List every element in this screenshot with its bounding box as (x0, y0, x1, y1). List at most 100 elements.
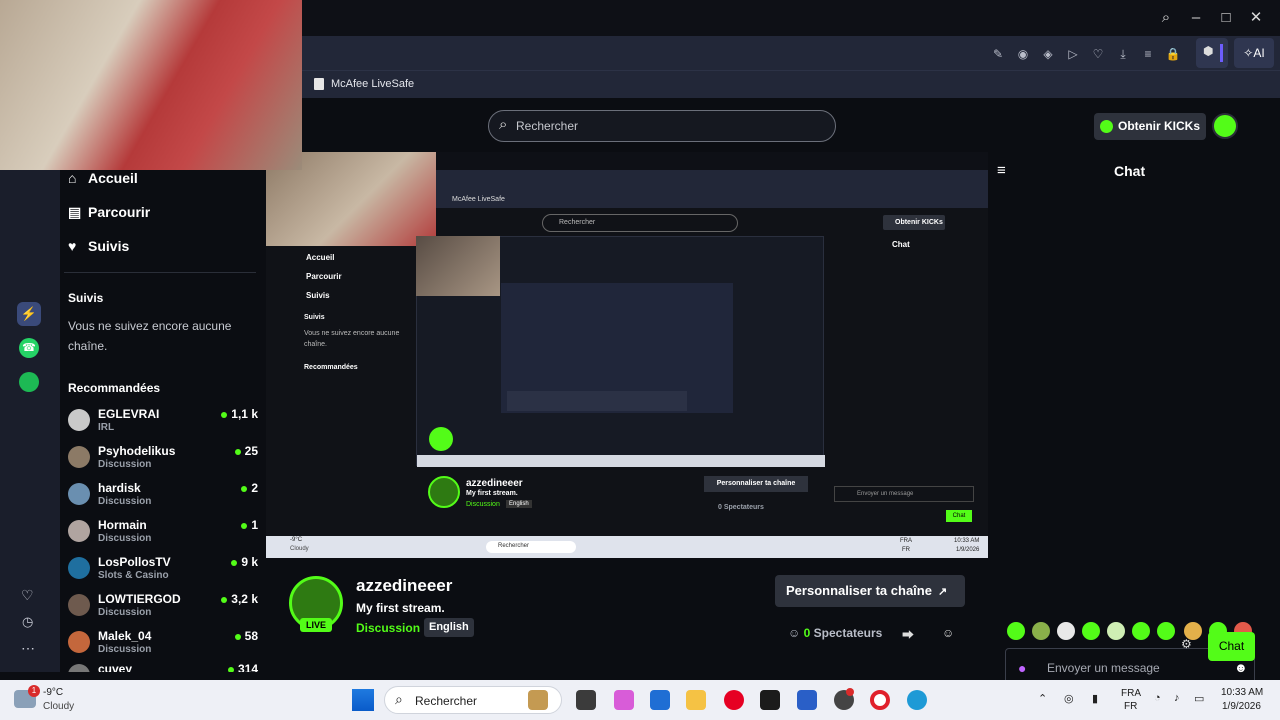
battery-icon[interactable]: ▭ (1194, 692, 1204, 705)
recommended-channel[interactable]: cuvey 314 (68, 662, 258, 672)
browse-icon: ▤ (68, 204, 82, 220)
more-icon[interactable]: ⋯ (21, 640, 35, 657)
ai-button[interactable]: ✧AI (1234, 38, 1274, 68)
nested-stream-title: My first stream. (466, 490, 518, 497)
settings-sliders-icon[interactable]: ≡ (1139, 45, 1157, 63)
lock-icon[interactable]: 🔒 (1164, 45, 1182, 63)
wifi-icon[interactable]: ◔ (1154, 692, 1161, 704)
send-chat-button[interactable]: Chat (1208, 632, 1255, 661)
emote-icon[interactable] (1082, 622, 1100, 640)
customize-channel-button[interactable]: Personnaliser ta chaîne ↗ (775, 575, 965, 607)
emote-icon[interactable] (1032, 622, 1050, 640)
recommended-title: Recommandées (68, 381, 161, 395)
search-input[interactable]: ⌕ Rechercher (488, 110, 836, 142)
live-dot (234, 448, 241, 455)
video-player[interactable]: McAfee LiveSafe Rechercher Obtenir KICKs… (266, 152, 988, 558)
nested-language: English (506, 500, 532, 508)
nested-titlebar (436, 152, 988, 170)
collapse-chat-icon[interactable]: ≡ (997, 162, 1006, 179)
whatsapp-icon[interactable]: ☎ (19, 338, 39, 358)
emote-icon[interactable] (1057, 622, 1075, 640)
webcam-feed (0, 0, 302, 170)
heart-icon[interactable]: ♡ (21, 587, 34, 604)
nested-recommended: Recommandées (304, 364, 358, 371)
kicks-icon (1100, 120, 1113, 133)
emote-icon[interactable] (1007, 622, 1025, 640)
nav-following[interactable]: ♥ Suivis (68, 238, 129, 254)
channel-name[interactable]: azzedineeer (356, 576, 452, 596)
minimize-icon[interactable]: – (1186, 8, 1206, 28)
recommended-channel[interactable]: Psyhodelikus Discussion 25 (68, 444, 258, 480)
recommended-channel[interactable]: Hormain Discussion 1 (68, 518, 258, 554)
clock-icon[interactable]: ◷ (22, 614, 33, 630)
nav-home[interactable]: ⌂ Accueil (68, 170, 138, 186)
close-icon[interactable]: ✕ (1246, 8, 1266, 28)
search-placeholder: Rechercher (516, 119, 579, 133)
store-icon[interactable] (650, 690, 670, 710)
heart-icon: ♥ (68, 238, 77, 254)
recommended-channel[interactable]: Malek_04 Discussion 58 (68, 629, 258, 665)
live-dot (234, 633, 241, 640)
emote-icon[interactable] (1132, 622, 1150, 640)
camera-icon[interactable]: ◉ (1014, 45, 1032, 63)
windows-start-icon[interactable] (352, 689, 374, 711)
windows-taskbar: 1 -9°C Cloudy ⌕ Rechercher ⌃ ◎ ▮ FRA FR … (0, 680, 1280, 720)
microphone-icon[interactable]: ▮ (1092, 692, 1098, 705)
nested-bookmark: McAfee LiveSafe (436, 192, 988, 208)
channel-sidebar: ⌂ Accueil ▤ Parcourir ♥ Suivis Suivis Vous … (60, 154, 265, 672)
nested-channel-avatar (428, 476, 460, 508)
shield-icon[interactable]: ◈ (1039, 45, 1057, 63)
file-explorer-icon[interactable] (686, 690, 706, 710)
emoji-icon[interactable]: ☻ (1234, 660, 1248, 675)
followed-title: Suivis (68, 291, 104, 305)
recommended-channel[interactable]: hardisk Discussion 2 (68, 481, 258, 517)
copilot-icon[interactable] (614, 690, 634, 710)
opera-icon[interactable] (870, 690, 890, 710)
recommended-channel[interactable]: EGLEVRAI IRL 1,1 k (68, 407, 258, 443)
messenger-icon[interactable]: ⚡ (17, 302, 41, 326)
network-status-icon[interactable]: ◎ (1064, 692, 1074, 705)
search-icon: ⌕ (395, 691, 403, 707)
language-indicator[interactable]: FRA (1121, 688, 1141, 699)
language-tag[interactable]: English (424, 618, 474, 637)
pinterest-icon[interactable] (724, 690, 744, 710)
bookmark-mcafee[interactable]: McAfee LiveSafe (331, 78, 414, 90)
edge-icon[interactable] (907, 690, 927, 710)
nested-taskbar (417, 455, 825, 467)
capcut-icon[interactable] (760, 690, 780, 710)
nav-browse[interactable]: ▤ Parcourir (68, 204, 150, 221)
viewer-count: ☺ 0 Spectateurs (788, 626, 883, 640)
nested-category: Discussion (466, 501, 500, 508)
emote-icon[interactable] (1107, 622, 1125, 640)
nested-kicks: Obtenir KICKs (883, 215, 945, 230)
heart-icon[interactable]: ♡ (1089, 45, 1107, 63)
extension-button[interactable]: ⬢ (1196, 38, 1228, 68)
app-icon[interactable] (797, 690, 817, 710)
chevron-up-icon[interactable]: ⌃ (1038, 692, 1047, 705)
spotify-icon[interactable] (19, 372, 39, 392)
nested-search: Rechercher (542, 214, 738, 232)
download-icon[interactable]: ⤓ (1114, 45, 1132, 63)
search-icon[interactable]: ⌕ (1156, 8, 1176, 28)
followed-empty-text: Vous ne suivez encore aucune chaîne. (68, 319, 232, 353)
add-user-icon[interactable]: ☺ (942, 626, 954, 640)
stream-category[interactable]: Discussion (356, 621, 420, 635)
task-view-icon[interactable] (576, 690, 596, 710)
volume-icon[interactable]: ♪ (1174, 692, 1180, 704)
avatar[interactable] (1212, 113, 1238, 139)
recommended-channel[interactable]: LOWTIERGOD Discussion 3,2 k (68, 592, 258, 628)
edit-icon[interactable]: ✎ (989, 45, 1007, 63)
chat-settings-icon[interactable]: ⚙ (1181, 637, 1192, 651)
emote-icon[interactable] (1157, 622, 1175, 640)
recommended-channel[interactable]: LosPollosTV Slots & Casino 9 k (68, 555, 258, 591)
play-icon[interactable]: ▷ (1064, 45, 1082, 63)
live-dot (231, 559, 238, 566)
share-icon[interactable]: ⮕ (902, 626, 914, 643)
maximize-icon[interactable]: □ (1216, 8, 1236, 28)
accent-bar (1220, 44, 1223, 62)
nested-nav: Accueil Parcourir Suivis (306, 253, 342, 300)
clock-time[interactable]: 10:33 AM (1221, 687, 1263, 698)
viewers-icon: ☺ (788, 626, 801, 640)
nested-customize: Personnaliser ta chaîne (704, 476, 808, 492)
get-kicks-button[interactable]: Obtenir KICKs (1094, 113, 1206, 140)
